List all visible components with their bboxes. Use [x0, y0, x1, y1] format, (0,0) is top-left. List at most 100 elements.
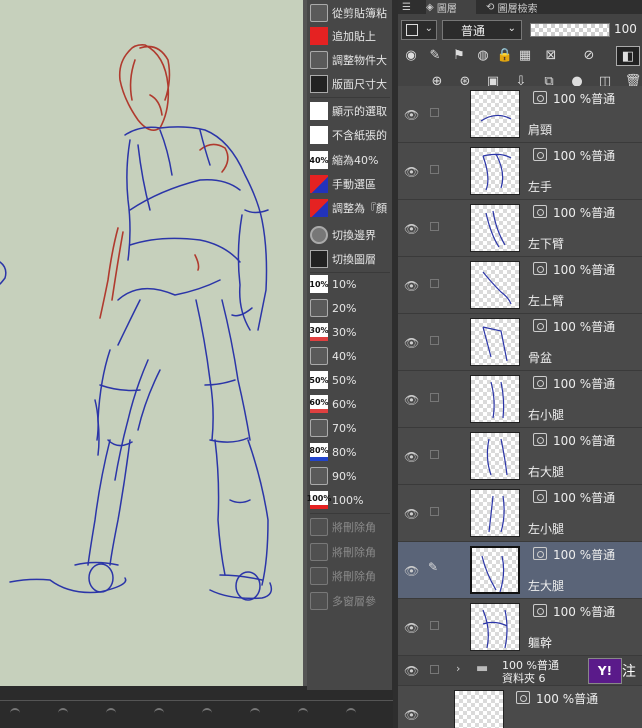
- folder-row[interactable]: 👁 › ▬ 100 %普通 資料夾 6 Y! 注: [398, 656, 642, 686]
- command-item[interactable]: 追加貼上: [307, 25, 392, 47]
- lock-checkbox[interactable]: [430, 665, 439, 674]
- command-item[interactable]: 90%: [307, 465, 392, 487]
- layer-opacity-label: 100 %普通: [553, 434, 616, 448]
- command-item[interactable]: 顯示的選取: [307, 100, 392, 122]
- lock-checkbox[interactable]: [430, 279, 439, 288]
- ruler-icon[interactable]: ⊘: [580, 46, 598, 64]
- layer-row[interactable]: 👁 100 %普通 肩頸: [398, 86, 642, 143]
- command-item[interactable]: 70%: [307, 417, 392, 439]
- layer-name: 左上臂: [528, 294, 565, 308]
- command-item[interactable]: 80% 80%: [307, 441, 392, 463]
- eye-icon[interactable]: 👁: [404, 664, 419, 678]
- draft-icon[interactable]: ⚑: [450, 46, 468, 64]
- lock-checkbox[interactable]: [430, 621, 439, 630]
- layer-type-icon: [533, 148, 547, 161]
- opacity-value[interactable]: 100: [614, 22, 637, 36]
- layer-row[interactable]: 👁 100 %普通: [398, 686, 642, 728]
- delete-icon: [310, 543, 328, 561]
- percent-100-icon: 100%: [307, 491, 331, 509]
- folder-icon: [310, 467, 328, 485]
- layer-name: 右小腿: [528, 408, 565, 422]
- opacity-slider[interactable]: [530, 23, 610, 37]
- eye-icon[interactable]: 👁: [404, 450, 419, 464]
- eye-icon[interactable]: 👁: [404, 165, 419, 179]
- command-item[interactable]: 調整物件大: [307, 49, 392, 71]
- eye-icon[interactable]: 👁: [404, 507, 419, 521]
- expression-mode-select[interactable]: ⌄: [401, 20, 437, 40]
- command-item[interactable]: 40% 縮為40%: [307, 149, 392, 171]
- layer-type-icon: [533, 604, 547, 617]
- separator: [310, 513, 390, 514]
- command-item[interactable]: 切換邊界: [307, 224, 392, 246]
- mask-icon[interactable]: ⊠: [542, 46, 560, 64]
- layer-thumbnail: [470, 261, 520, 309]
- eye-icon[interactable]: 👁: [404, 708, 419, 722]
- lock-checkbox[interactable]: [430, 393, 439, 402]
- clip-icon[interactable]: ◉: [402, 46, 420, 64]
- lock-checkbox[interactable]: [430, 108, 439, 117]
- command-label: 60%: [332, 397, 357, 411]
- command-item[interactable]: 30% 30%: [307, 321, 392, 343]
- tab-layer-search[interactable]: ⟲ 圖層檢索: [486, 0, 556, 15]
- lock-checkbox[interactable]: [430, 450, 439, 459]
- layer-row[interactable]: 👁 ✎ 100 %普通 左大腿: [398, 542, 642, 599]
- command-item[interactable]: 不含紙張的: [307, 124, 392, 146]
- lock-checkbox[interactable]: [430, 222, 439, 231]
- chevron-down-icon: ⌄: [507, 23, 516, 34]
- command-item[interactable]: 版面尺寸大: [307, 73, 392, 95]
- command-item[interactable]: 60% 60%: [307, 393, 392, 415]
- command-item[interactable]: 40%: [307, 345, 392, 367]
- lock-icon[interactable]: 🔒: [496, 46, 514, 64]
- color-swatch-icon[interactable]: ◧: [616, 46, 640, 66]
- layer-row[interactable]: 👁 100 %普通 骨盆: [398, 314, 642, 371]
- layer-thumbnail: [470, 90, 520, 138]
- search-tab-icon: ⟲: [486, 1, 495, 13]
- lock-checkbox[interactable]: [430, 336, 439, 345]
- layer-thumbnail: [470, 375, 520, 423]
- layer-row[interactable]: 👁 100 %普通 左小腿: [398, 485, 642, 542]
- drawing-canvas[interactable]: [0, 0, 303, 686]
- command-item[interactable]: 10% 10%: [307, 273, 392, 295]
- command-label: 70%: [332, 421, 357, 435]
- reference-icon[interactable]: ✎: [426, 46, 444, 64]
- command-label: 將刪除角: [332, 570, 376, 583]
- menu-icon[interactable]: ☰: [402, 0, 418, 14]
- tab-layer[interactable]: ◈ 圖層: [426, 0, 476, 15]
- folder-icon: [310, 419, 328, 437]
- command-item[interactable]: 從剪貼簿粘: [307, 2, 392, 24]
- command-item[interactable]: 100% 100%: [307, 489, 392, 511]
- layer-row[interactable]: 👁 100 %普通 軀幹: [398, 599, 642, 656]
- layer-row[interactable]: 👁 100 %普通 右小腿: [398, 371, 642, 428]
- command-item[interactable]: 50% 50%: [307, 369, 392, 391]
- eye-icon[interactable]: 👁: [404, 393, 419, 407]
- zoom-40-icon: 40%: [309, 151, 329, 169]
- blend-mode-select[interactable]: 普通 ⌄: [442, 20, 522, 40]
- layer-tab-icon: ◈: [426, 1, 434, 13]
- eye-icon[interactable]: 👁: [404, 222, 419, 236]
- command-label: 20%: [332, 301, 357, 315]
- layer-panel: ☰ ◈ 圖層 ⟲ 圖層檢索 ⌄ 普通 ⌄ 100 ◉ ✎ ⚑ ◍ 🔒 ▦ ⊠ ⊘…: [398, 0, 642, 728]
- color-icon[interactable]: ◍: [474, 46, 492, 64]
- layer-row[interactable]: 👁 100 %普通 左手: [398, 143, 642, 200]
- eye-icon[interactable]: 👁: [404, 279, 419, 293]
- lock-checkbox[interactable]: [430, 165, 439, 174]
- command-item[interactable]: 手動選區: [307, 173, 392, 195]
- eye-icon[interactable]: 👁: [404, 621, 419, 635]
- lock-checkbox[interactable]: [430, 507, 439, 516]
- eye-icon[interactable]: 👁: [404, 108, 419, 122]
- delete-icon: [310, 518, 328, 536]
- layer-row[interactable]: 👁 100 %普通 左上臂: [398, 257, 642, 314]
- lock-transparency-icon[interactable]: ▦: [516, 46, 534, 64]
- command-item[interactable]: 切換圖層: [307, 248, 392, 270]
- chevron-right-icon[interactable]: ›: [456, 662, 460, 675]
- eye-icon[interactable]: 👁: [404, 564, 419, 578]
- eye-icon[interactable]: 👁: [404, 336, 419, 350]
- layer-thumbnail: [470, 603, 520, 651]
- yahoo-icon[interactable]: Y!: [588, 658, 622, 684]
- command-item[interactable]: 調整為『顏: [307, 197, 392, 219]
- layer-row[interactable]: 👁 100 %普通 左下臂: [398, 200, 642, 257]
- layer-row[interactable]: 👁 100 %普通 右大腿: [398, 428, 642, 485]
- command-item[interactable]: 20%: [307, 297, 392, 319]
- red-blue-icon: [310, 199, 328, 217]
- delete-icon: [310, 567, 328, 585]
